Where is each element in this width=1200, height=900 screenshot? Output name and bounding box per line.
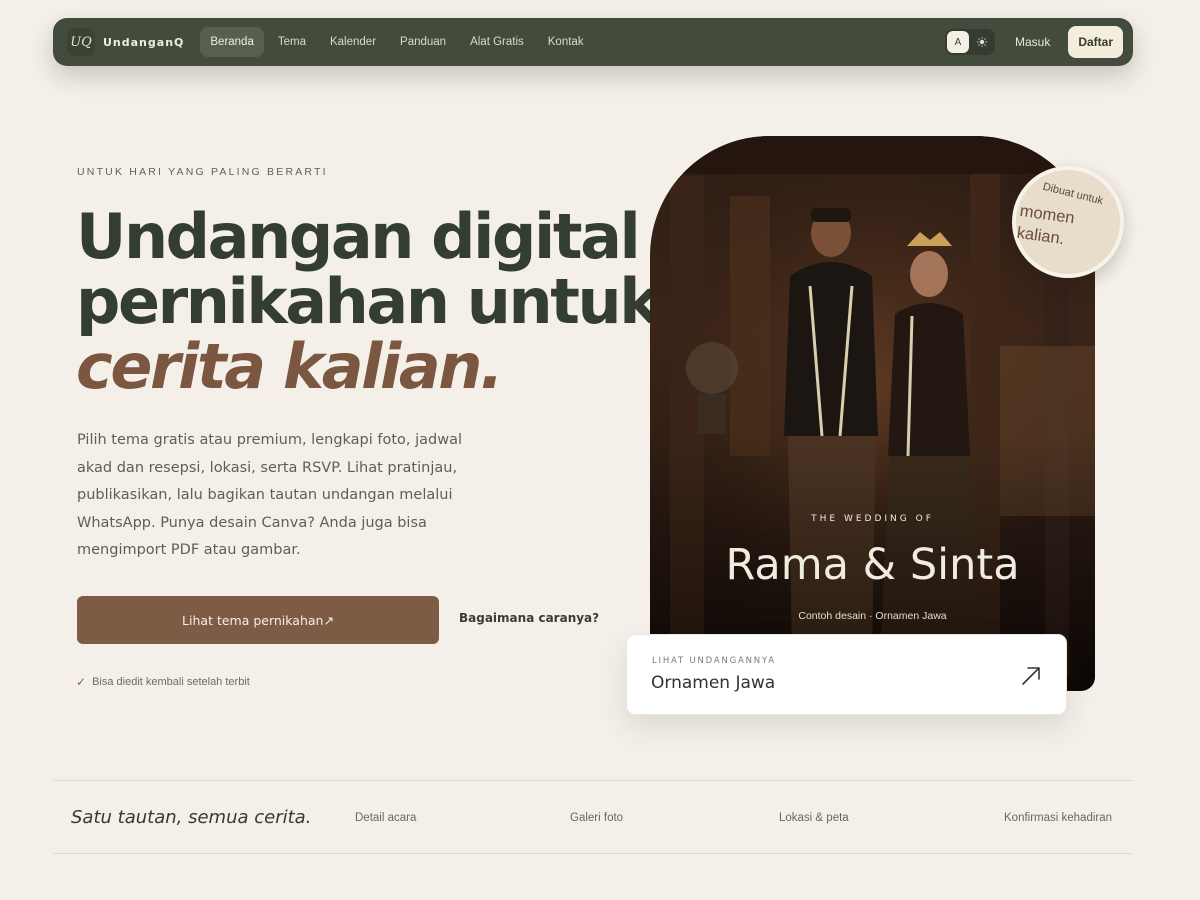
preview-eyebrow: LIHAT UNDANGANNYA xyxy=(652,656,776,666)
card-eyebrow: THE WEDDING OF xyxy=(811,514,934,524)
promo-badge: Dibuat untuk momen kalian. xyxy=(1012,166,1124,278)
brand-name[interactable]: UndanganQ xyxy=(103,36,184,49)
logo-icon[interactable]: UQ xyxy=(67,28,95,56)
nav-links: Beranda Tema Kalender Panduan Alat Grati… xyxy=(200,27,593,57)
signup-button[interactable]: Daftar xyxy=(1068,26,1123,58)
nav-actions: A Masuk Daftar xyxy=(944,26,1123,58)
preview-title: Ornamen Jawa xyxy=(651,673,776,693)
edit-note: ✓ Bisa diedit kembali setelah terbit xyxy=(76,675,250,689)
login-link[interactable]: Masuk xyxy=(1015,35,1050,49)
hero-eyebrow: UNTUK HARI YANG PALING BERARTI xyxy=(77,166,328,178)
how-it-works-link[interactable]: Bagaimana caranya? xyxy=(459,611,599,625)
nav-item-alat-gratis[interactable]: Alat Gratis xyxy=(460,27,534,57)
feature-photo-gallery: Galeri foto xyxy=(570,812,624,824)
view-themes-button[interactable]: Lihat tema pernikahan↗ xyxy=(77,596,439,644)
hero-headline: Undangan digital pernikahan untuk cerita… xyxy=(76,200,660,403)
headline-line-2: pernikahan untuk xyxy=(76,265,660,338)
feature-event-details: Detail acara xyxy=(355,812,417,824)
headline-accent: cerita kalian. xyxy=(76,330,504,403)
view-invitation-card[interactable]: LIHAT UNDANGANNYA Ornamen Jawa xyxy=(626,634,1067,715)
feature-location-map: Lokasi & peta xyxy=(779,812,849,824)
hero-description: Pilih tema gratis atau premium, lengkapi… xyxy=(77,432,463,558)
edit-note-text: Bisa diedit kembali setelah terbit xyxy=(92,676,250,688)
couple-names: Rama & Sinta xyxy=(725,540,1020,590)
arrow-up-right-icon xyxy=(1022,667,1040,685)
feature-rsvp: Konfirmasi kehadiran xyxy=(1004,812,1113,824)
nav-item-panduan[interactable]: Panduan xyxy=(390,27,456,57)
nav-item-tema[interactable]: Tema xyxy=(268,27,316,57)
feature-strip: Satu tautan, semua cerita. Detail acara … xyxy=(53,780,1133,854)
check-icon: ✓ xyxy=(76,675,87,689)
sun-icon[interactable] xyxy=(971,31,993,53)
strip-tagline: Satu tautan, semua cerita. xyxy=(71,807,312,828)
nav-item-kontak[interactable]: Kontak xyxy=(538,27,594,57)
headline-line-1: Undangan digital xyxy=(76,200,641,273)
top-nav: UQ UndanganQ Beranda Tema Kalender Pandu… xyxy=(53,18,1133,66)
theme-toggle[interactable]: A xyxy=(944,29,995,55)
design-caption: Contoh desain · Ornamen Jawa xyxy=(798,610,947,622)
badge-big-text: momen kalian. xyxy=(1015,201,1076,249)
nav-item-kalender[interactable]: Kalender xyxy=(320,27,386,57)
font-size-option[interactable]: A xyxy=(946,31,969,53)
nav-item-beranda[interactable]: Beranda xyxy=(200,27,264,57)
